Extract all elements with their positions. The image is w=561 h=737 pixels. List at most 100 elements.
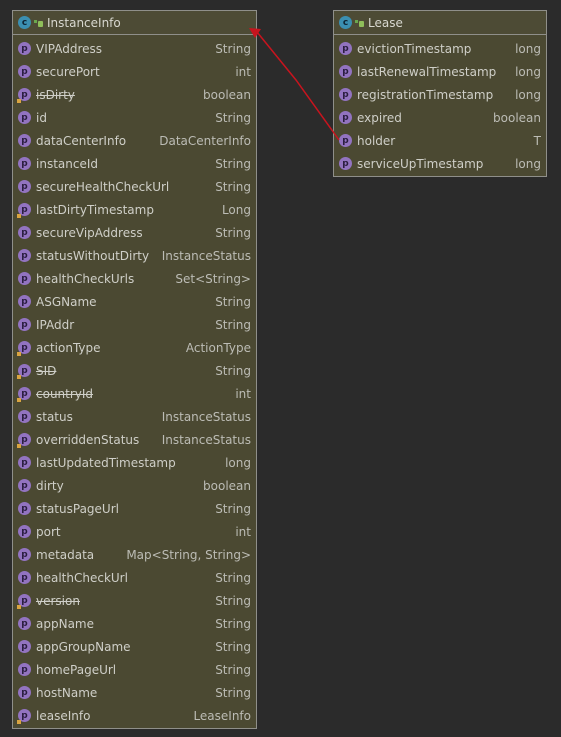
field-row[interactable]: p id String: [13, 106, 256, 129]
field-row[interactable]: p port int: [13, 520, 256, 543]
field-type: ActionType: [185, 340, 251, 355]
field-icon-letter: p: [21, 549, 28, 560]
class-name: Lease: [368, 15, 403, 30]
field-row[interactable]: p countryId int: [13, 382, 256, 405]
field-icon-letter: p: [21, 66, 28, 77]
field-type: String: [215, 662, 251, 677]
field-icon: p: [18, 134, 31, 147]
field-row[interactable]: p SID String: [13, 359, 256, 382]
field-icon-letter: p: [21, 434, 28, 445]
field-icon-letter: p: [342, 135, 349, 146]
field-row[interactable]: p healthCheckUrl String: [13, 566, 256, 589]
field-icon-letter: p: [21, 342, 28, 353]
field-icon: p: [18, 617, 31, 630]
field-type: long: [515, 87, 541, 102]
field-icon-letter: p: [21, 43, 28, 54]
field-name: leaseInfo: [36, 708, 91, 723]
field-row[interactable]: p version String: [13, 589, 256, 612]
field-row[interactable]: p metadata Map<String, String>: [13, 543, 256, 566]
field-row[interactable]: p homePageUrl String: [13, 658, 256, 681]
field-row[interactable]: p lastDirtyTimestamp Long: [13, 198, 256, 221]
field-icon: p: [339, 65, 352, 78]
field-icon: p: [339, 134, 352, 147]
field-row[interactable]: p lastUpdatedTimestamp long: [13, 451, 256, 474]
field-name: isDirty: [36, 87, 75, 102]
field-row[interactable]: p status InstanceStatus: [13, 405, 256, 428]
field-icon: p: [18, 65, 31, 78]
field-type: boolean: [493, 110, 541, 125]
field-name: secureVipAddress: [36, 225, 143, 240]
modifier-badge-icon: [17, 214, 21, 218]
field-icon-letter: p: [342, 158, 349, 169]
field-name: healthCheckUrls: [36, 271, 135, 286]
field-icon: p: [17, 709, 31, 724]
field-name: lastRenewalTimestamp: [357, 64, 497, 79]
field-icon-letter: p: [21, 112, 28, 123]
field-icon: p: [18, 318, 31, 331]
field-icon-letter: p: [342, 112, 349, 123]
field-row[interactable]: p lastRenewalTimestamp long: [334, 60, 546, 83]
field-name: VIPAddress: [36, 41, 103, 56]
field-row[interactable]: p holder T: [334, 129, 546, 152]
field-icon: p: [18, 456, 31, 469]
field-name: serviceUpTimestamp: [357, 156, 484, 171]
field-row[interactable]: p actionType ActionType: [13, 336, 256, 359]
field-row[interactable]: p appName String: [13, 612, 256, 635]
field-icon: p: [18, 640, 31, 653]
field-row[interactable]: p statusPageUrl String: [13, 497, 256, 520]
field-row[interactable]: p dirty boolean: [13, 474, 256, 497]
field-type: long: [225, 455, 251, 470]
field-icon-letter: p: [21, 687, 28, 698]
field-row[interactable]: p securePort int: [13, 60, 256, 83]
field-icon-letter: p: [21, 181, 28, 192]
diagram-canvas: c InstanceInfo p VIPAddress String p secureP…: [0, 0, 561, 737]
field-icon: p: [18, 295, 31, 308]
modifier-badge-icon: [17, 99, 21, 103]
field-row[interactable]: p healthCheckUrls Set<String>: [13, 267, 256, 290]
field-name: appGroupName: [36, 639, 131, 654]
field-icon-letter: p: [21, 572, 28, 583]
field-type: DataCenterInfo: [159, 133, 251, 148]
field-type: String: [215, 41, 251, 56]
field-row[interactable]: p appGroupName String: [13, 635, 256, 658]
field-type: String: [215, 501, 251, 516]
field-name: id: [36, 110, 47, 125]
field-row[interactable]: p expired boolean: [334, 106, 546, 129]
field-type: InstanceStatus: [161, 432, 251, 447]
field-row[interactable]: p leaseInfo LeaseInfo: [13, 704, 256, 727]
field-row[interactable]: p registrationTimestamp long: [334, 83, 546, 106]
modifier-badge-icon: [17, 720, 21, 724]
field-row[interactable]: p statusWithoutDirty InstanceStatus: [13, 244, 256, 267]
visibility-icon: [355, 18, 364, 27]
field-icon-letter: p: [21, 158, 28, 169]
field-icon: p: [17, 387, 31, 402]
field-row[interactable]: p IPAddr String: [13, 313, 256, 336]
field-icon-letter: p: [21, 319, 28, 330]
field-row[interactable]: p VIPAddress String: [13, 37, 256, 60]
field-icon: p: [18, 571, 31, 584]
field-icon: p: [18, 111, 31, 124]
visibility-icon: [34, 18, 43, 27]
field-list: p evictionTimestamp long p lastRenewalTimest…: [334, 35, 546, 175]
field-row[interactable]: p evictionTimestamp long: [334, 37, 546, 60]
class-box-instanceinfo[interactable]: c InstanceInfo p VIPAddress String p secureP…: [12, 10, 257, 729]
field-row[interactable]: p instanceId String: [13, 152, 256, 175]
field-type: int: [235, 386, 251, 401]
field-icon-letter: p: [21, 595, 28, 606]
field-icon-letter: p: [21, 296, 28, 307]
class-box-lease[interactable]: c Lease p evictionTimestamp long p lastRenew…: [333, 10, 547, 177]
modifier-badge-icon: [17, 375, 21, 379]
field-row[interactable]: p isDirty boolean: [13, 83, 256, 106]
field-icon-letter: p: [21, 411, 28, 422]
field-icon: p: [339, 111, 352, 124]
field-row[interactable]: p secureHealthCheckUrl String: [13, 175, 256, 198]
field-row[interactable]: p dataCenterInfo DataCenterInfo: [13, 129, 256, 152]
field-type: LeaseInfo: [193, 708, 251, 723]
field-icon-letter: p: [21, 503, 28, 514]
field-row[interactable]: p overriddenStatus InstanceStatus: [13, 428, 256, 451]
field-row[interactable]: p hostName String: [13, 681, 256, 704]
field-row[interactable]: p ASGName String: [13, 290, 256, 313]
field-icon: p: [18, 249, 31, 262]
field-row[interactable]: p serviceUpTimestamp long: [334, 152, 546, 175]
field-row[interactable]: p secureVipAddress String: [13, 221, 256, 244]
